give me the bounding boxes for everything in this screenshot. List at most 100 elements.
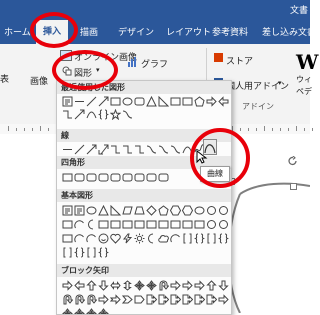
shape-bolt-icon[interactable]	[122, 233, 133, 244]
shape-brace-icon[interactable]	[218, 233, 229, 244]
shape-chev-icon[interactable]	[122, 294, 133, 305]
shape-moon-icon[interactable]	[86, 219, 97, 230]
shape-smile-icon[interactable]	[98, 233, 109, 244]
shape-brack-icon[interactable]	[182, 233, 193, 244]
shape-rrect-icon[interactable]	[146, 172, 157, 183]
shape-rect-icon[interactable]	[110, 219, 121, 230]
shape-uturn-icon[interactable]	[62, 294, 73, 305]
shape-rect-icon[interactable]	[134, 219, 145, 230]
shape-star-icon[interactable]	[110, 109, 121, 120]
shape-circ-icon[interactable]	[218, 205, 229, 216]
shape-arrowln-icon[interactable]	[86, 144, 97, 155]
shape-arc-icon[interactable]	[86, 233, 97, 244]
shape-quad-icon[interactable]	[146, 280, 157, 291]
shape-arrUD-icon[interactable]	[122, 280, 133, 291]
shape-rtri-icon[interactable]	[110, 205, 121, 216]
shape-rect-icon[interactable]	[62, 233, 73, 244]
shape-curve-icon[interactable]	[86, 109, 97, 120]
table-label[interactable]: 表	[0, 72, 9, 85]
shape-textbox-icon[interactable]	[74, 205, 85, 216]
shape-tri-icon[interactable]	[98, 205, 109, 216]
shape-arrR-icon[interactable]	[206, 96, 217, 107]
shape-dia-icon[interactable]	[146, 205, 157, 216]
shape-circ-icon[interactable]	[206, 219, 217, 230]
shape-rect-icon[interactable]	[62, 219, 73, 230]
shape-rrect-icon[interactable]	[158, 172, 169, 183]
shape-oval-icon[interactable]	[122, 96, 133, 107]
shape-arrowln-icon[interactable]	[98, 96, 109, 107]
tab-layout[interactable]: レイアウト	[166, 25, 211, 38]
shape-rect-icon[interactable]	[170, 219, 181, 230]
shape-elbow-icon[interactable]	[62, 109, 73, 120]
shape-arrR-icon[interactable]	[62, 280, 73, 291]
shape-pent-icon[interactable]	[158, 205, 169, 216]
shape-uturn-icon[interactable]	[74, 294, 85, 305]
shape-callR-icon[interactable]	[206, 294, 217, 305]
shape-rtri-icon[interactable]	[158, 96, 169, 107]
shape-brace-icon[interactable]	[98, 247, 109, 258]
shape-rect-icon[interactable]	[110, 96, 121, 107]
shape-moon-icon[interactable]	[146, 233, 157, 244]
shape-line-icon[interactable]	[86, 96, 97, 107]
shape-arc-icon[interactable]	[170, 233, 181, 244]
shape-rrect-icon[interactable]	[134, 96, 145, 107]
shape-arrU-icon[interactable]	[206, 280, 217, 291]
shape-rrect-icon[interactable]	[86, 172, 97, 183]
shape-rect-icon[interactable]	[182, 219, 193, 230]
shape-rrect-icon[interactable]	[98, 172, 109, 183]
shape-arrR-icon[interactable]	[98, 294, 109, 305]
shape-scurve-icon[interactable]	[170, 144, 181, 155]
shape-callR-icon[interactable]	[146, 294, 157, 305]
selection-handle[interactable]	[290, 183, 297, 190]
shape-rrect-icon[interactable]	[134, 172, 145, 183]
shape-brack-icon[interactable]	[206, 233, 217, 244]
shape-callR-icon[interactable]	[194, 294, 205, 305]
shape-hline-icon[interactable]	[74, 96, 85, 107]
shape-oval-icon[interactable]	[194, 205, 205, 216]
shape-uturn-icon[interactable]	[158, 280, 169, 291]
shape-arrR-icon[interactable]	[182, 280, 193, 291]
shape-arrD-icon[interactable]	[98, 280, 109, 291]
shape-arrR-icon[interactable]	[218, 294, 229, 305]
shape-home-icon[interactable]	[134, 294, 145, 305]
shape-pent-icon[interactable]	[194, 96, 205, 107]
shape-arrLR-icon[interactable]	[110, 280, 121, 291]
shape-rect-icon[interactable]	[170, 96, 181, 107]
shape-rect-icon[interactable]	[98, 219, 109, 230]
shape-quad-icon[interactable]	[134, 280, 145, 291]
shape-arrowln-icon[interactable]	[74, 109, 85, 120]
store-button[interactable]: ストア	[226, 54, 253, 67]
shape-rect-icon[interactable]	[182, 96, 193, 107]
shape-tri-icon[interactable]	[146, 96, 157, 107]
images-label[interactable]: 画像	[30, 74, 48, 87]
tab-draw[interactable]: 描画	[80, 25, 98, 38]
shape-callR-icon[interactable]	[182, 294, 193, 305]
shape-heart-icon[interactable]	[110, 233, 121, 244]
shape-arrR-icon[interactable]	[170, 280, 181, 291]
shape-arrU-icon[interactable]	[86, 280, 97, 291]
shape-arc-icon[interactable]	[74, 233, 85, 244]
tab-mailings[interactable]: 差し込み文書	[262, 25, 316, 38]
shape-elbow-icon[interactable]	[122, 144, 133, 155]
shape-notch-icon[interactable]	[110, 294, 121, 305]
shape-rect-icon[interactable]	[194, 219, 205, 230]
shape-rect-icon[interactable]	[146, 219, 157, 230]
shape-elbow-icon[interactable]	[110, 144, 121, 155]
shape-quad-icon[interactable]	[86, 308, 97, 314]
shape-brace-icon[interactable]	[98, 109, 109, 120]
shape-callR-icon[interactable]	[158, 294, 169, 305]
tab-references[interactable]: 参考資料	[212, 25, 248, 38]
shape-quad-icon[interactable]	[98, 308, 109, 314]
shape-scurve-icon[interactable]	[158, 144, 169, 155]
shape-hline-icon[interactable]	[62, 144, 73, 155]
shape-brack-icon[interactable]	[86, 247, 97, 258]
shape-arrR-icon[interactable]	[194, 280, 205, 291]
shape-textbox-icon[interactable]	[62, 205, 73, 216]
shape-circ-icon[interactable]	[206, 205, 217, 216]
shape-line-icon[interactable]	[74, 144, 85, 155]
tab-home[interactable]: ホーム	[4, 25, 31, 38]
shape-trap-icon[interactable]	[134, 205, 145, 216]
shape-textbox-icon[interactable]	[62, 96, 73, 107]
shape-rect-icon[interactable]	[122, 219, 133, 230]
shape-sun-icon[interactable]	[134, 233, 145, 244]
